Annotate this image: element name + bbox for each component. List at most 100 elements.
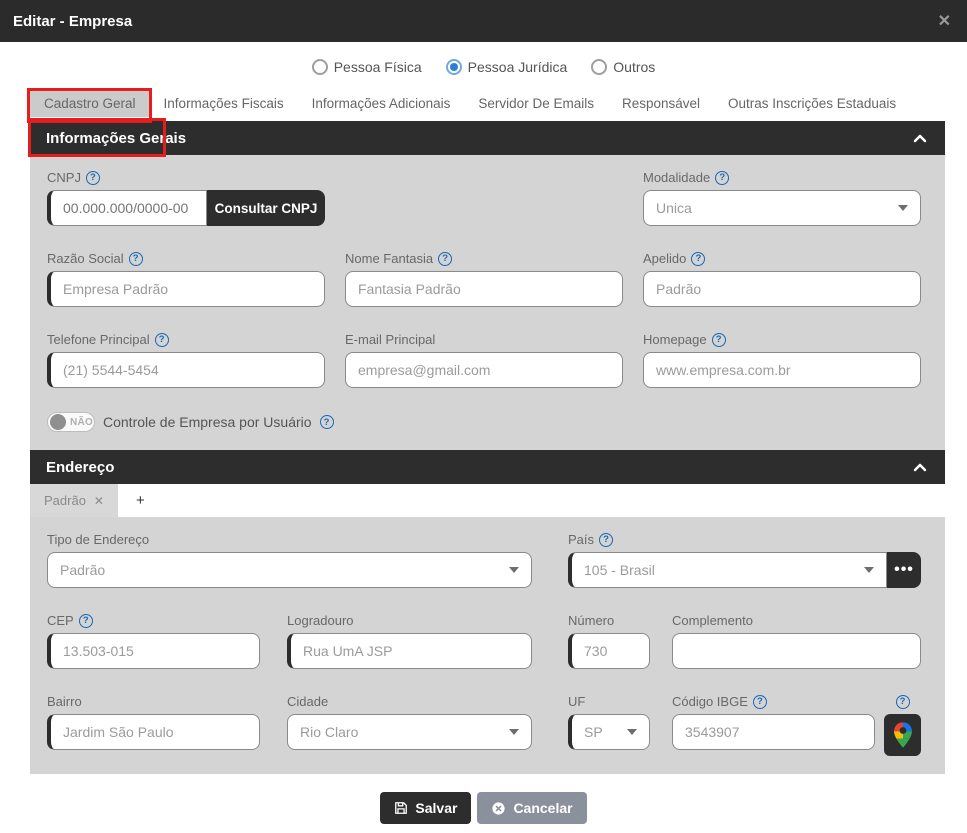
field-cidade: Cidade Rio Claro: [287, 693, 532, 756]
radio-outros[interactable]: Outros: [591, 59, 655, 75]
close-tab-icon[interactable]: ✕: [94, 494, 104, 508]
help-icon[interactable]: [712, 333, 726, 347]
tab-cadastro-geral[interactable]: Cadastro Geral: [30, 91, 150, 117]
help-icon[interactable]: [320, 415, 334, 429]
tab-label: Responsável: [622, 96, 700, 111]
address-tab-padrao[interactable]: Padrão ✕: [30, 484, 118, 517]
field-label: Modalidade: [643, 170, 710, 185]
tab-servidor-de-emails[interactable]: Servidor De Emails: [464, 91, 608, 117]
radio-pessoa-juridica[interactable]: Pessoa Jurídica: [446, 59, 568, 75]
tab-outras-inscricoes-estaduais[interactable]: Outras Inscrições Estaduais: [714, 91, 910, 117]
email-principal-input[interactable]: [345, 352, 623, 388]
field-label: Tipo de Endereço: [47, 532, 149, 547]
field-label: Homepage: [643, 332, 707, 347]
telefone-principal-input[interactable]: [47, 352, 325, 388]
field-modalidade: Modalidade Unica: [643, 169, 921, 226]
radio-icon: [591, 59, 607, 75]
field-label: CEP: [47, 613, 74, 628]
modal-title: Editar - Empresa: [13, 13, 132, 30]
maps-column: [884, 693, 921, 756]
field-razao-social: Razão Social: [47, 250, 325, 307]
field-label: Nome Fantasia: [345, 251, 433, 266]
google-maps-button[interactable]: [884, 714, 921, 756]
tipo-endereco-select[interactable]: Padrão: [47, 552, 532, 588]
google-maps-pin-icon: [894, 722, 912, 748]
select-value: Padrão: [60, 562, 105, 578]
pais-more-button[interactable]: •••: [887, 552, 921, 588]
select-value: Unica: [656, 200, 692, 216]
tab-informacoes-fiscais[interactable]: Informações Fiscais: [150, 91, 298, 117]
codigo-ibge-input[interactable]: [672, 714, 875, 750]
field-codigo-ibge: Código IBGE: [672, 693, 875, 756]
field-tipo-endereco: Tipo de Endereço Padrão: [47, 531, 532, 588]
field-label: UF: [568, 694, 585, 709]
field-apelido: Apelido: [643, 250, 921, 307]
help-icon[interactable]: [753, 695, 767, 709]
tab-label: Cadastro Geral: [44, 96, 136, 111]
field-label: Logradouro: [287, 613, 354, 628]
select-value: SP: [584, 724, 603, 740]
section-header-endereco[interactable]: Endereço: [30, 450, 945, 484]
cancel-button[interactable]: Cancelar: [477, 792, 586, 824]
help-icon[interactable]: [79, 614, 93, 628]
help-icon[interactable]: [896, 695, 910, 709]
section-title: Informações Gerais: [46, 130, 186, 147]
field-label: País: [568, 532, 594, 547]
tab-responsavel[interactable]: Responsável: [608, 91, 714, 117]
field-homepage: Homepage: [643, 331, 921, 388]
cidade-select[interactable]: Rio Claro: [287, 714, 532, 750]
radio-pessoa-fisica[interactable]: Pessoa Física: [312, 59, 422, 75]
apelido-input[interactable]: [643, 271, 921, 307]
save-label: Salvar: [415, 800, 457, 816]
toggle-knob: [50, 414, 66, 430]
field-cnpj: CNPJ Consultar CNPJ: [47, 169, 325, 226]
consultar-cnpj-button[interactable]: Consultar CNPJ: [207, 190, 325, 226]
cep-input[interactable]: [47, 633, 260, 669]
razao-social-input[interactable]: [47, 271, 325, 307]
field-bairro: Bairro: [47, 693, 260, 756]
cnpj-input[interactable]: [47, 190, 207, 226]
section-header-informacoes-gerais[interactable]: Informações Gerais: [30, 121, 945, 155]
numero-input[interactable]: [568, 633, 650, 669]
save-icon: [394, 801, 408, 815]
toggle-label: Controle de Empresa por Usuário: [103, 414, 312, 430]
tab-label: Informações Adicionais: [312, 96, 451, 111]
chevron-up-icon[interactable]: [913, 462, 927, 472]
help-icon[interactable]: [155, 333, 169, 347]
nome-fantasia-input[interactable]: [345, 271, 623, 307]
chevron-down-icon: [509, 567, 519, 573]
chevron-up-icon[interactable]: [913, 133, 927, 143]
field-label: Complemento: [672, 613, 753, 628]
complemento-input[interactable]: [672, 633, 921, 669]
add-address-tab-button[interactable]: +: [118, 484, 163, 517]
chevron-down-icon: [509, 729, 519, 735]
field-nome-fantasia: Nome Fantasia: [345, 250, 623, 307]
close-icon[interactable]: ✕: [938, 11, 951, 31]
select-value: 105 - Brasil: [584, 562, 655, 578]
tab-informacoes-adicionais[interactable]: Informações Adicionais: [298, 91, 465, 117]
field-label: Apelido: [643, 251, 686, 266]
radio-label: Outros: [613, 59, 655, 75]
controle-empresa-toggle[interactable]: NÃO: [47, 412, 95, 432]
person-type-group: Pessoa Física Pessoa Jurídica Outros: [0, 56, 967, 78]
bairro-input[interactable]: [47, 714, 260, 750]
field-pais: País 105 - Brasil •••: [568, 531, 921, 588]
uf-select[interactable]: SP: [568, 714, 650, 750]
pais-select[interactable]: 105 - Brasil: [568, 552, 887, 588]
help-icon[interactable]: [86, 171, 100, 185]
tab-label: Servidor De Emails: [478, 96, 594, 111]
field-telefone-principal: Telefone Principal: [47, 331, 325, 388]
help-icon[interactable]: [715, 171, 729, 185]
field-label: Número: [568, 613, 614, 628]
help-icon[interactable]: [438, 252, 452, 266]
field-label: Código IBGE: [672, 694, 748, 709]
section-body-endereco: Tipo de Endereço Padrão País 105 - Brasi…: [30, 517, 945, 774]
homepage-input[interactable]: [643, 352, 921, 388]
help-icon[interactable]: [691, 252, 705, 266]
save-button[interactable]: Salvar: [380, 792, 471, 824]
help-icon[interactable]: [129, 252, 143, 266]
help-icon[interactable]: [599, 533, 613, 547]
logradouro-input[interactable]: [287, 633, 532, 669]
modalidade-select[interactable]: Unica: [643, 190, 921, 226]
field-logradouro: Logradouro: [287, 612, 532, 669]
